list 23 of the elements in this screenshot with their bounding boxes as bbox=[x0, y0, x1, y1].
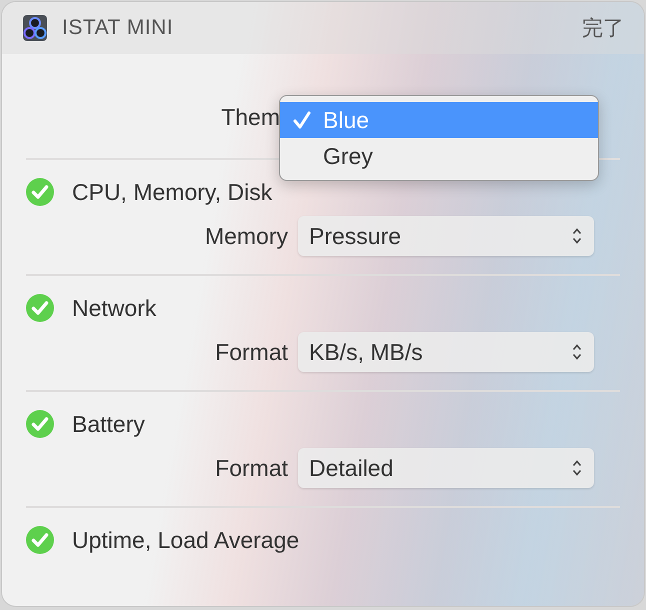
setting-select[interactable]: Detailed bbox=[298, 448, 594, 488]
theme-label: Them bbox=[220, 104, 280, 131]
section-label: CPU, Memory, Disk bbox=[72, 178, 272, 206]
setting-label: Format bbox=[214, 454, 289, 482]
check-circle-icon[interactable] bbox=[26, 410, 54, 438]
section-label: Uptime, Load Average bbox=[72, 526, 300, 554]
setting-label: Format bbox=[214, 338, 289, 366]
checkmark-icon bbox=[292, 110, 312, 130]
done-button[interactable]: 完了 bbox=[582, 14, 624, 42]
stepper-arrows-icon bbox=[572, 343, 582, 361]
menu-item[interactable]: Grey bbox=[280, 138, 598, 174]
widget-title: ISTAT MINI bbox=[62, 16, 174, 40]
section-label: Battery bbox=[72, 410, 145, 438]
section-label: Network bbox=[72, 294, 156, 322]
check-circle-icon[interactable] bbox=[26, 178, 54, 206]
check-circle-icon[interactable] bbox=[26, 526, 54, 554]
setting-select[interactable]: Pressure bbox=[298, 216, 594, 256]
stepper-arrows-icon bbox=[572, 459, 582, 477]
app-icon bbox=[22, 14, 48, 42]
stepper-arrows-icon bbox=[572, 227, 582, 245]
setting-label: Memory bbox=[204, 222, 289, 250]
check-circle-icon[interactable] bbox=[26, 294, 54, 322]
setting-select[interactable]: KB/s, MB/s bbox=[298, 332, 594, 372]
